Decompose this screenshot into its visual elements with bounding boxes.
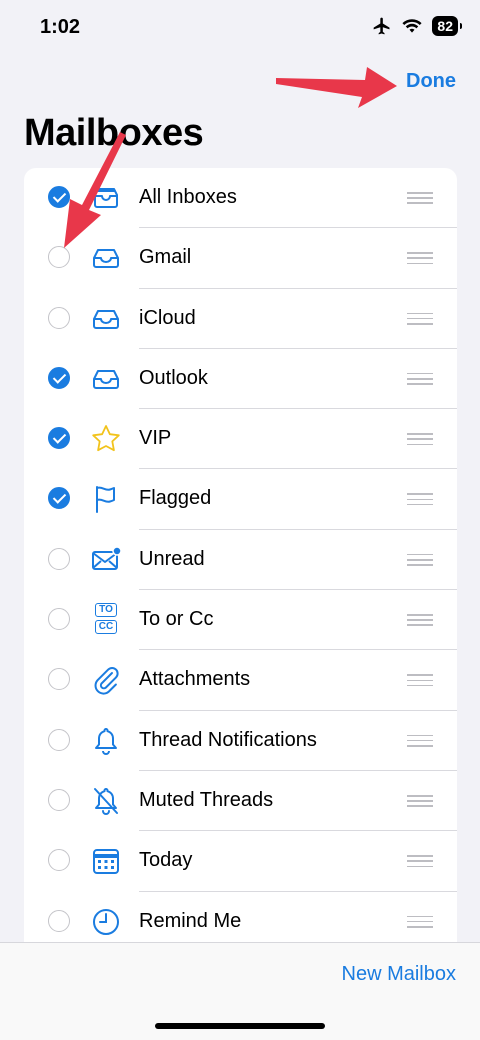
mailbox-row-outlook[interactable]: Outlook <box>24 349 457 410</box>
bottom-toolbar: New Mailbox <box>0 942 480 1040</box>
calendar-icon <box>90 845 122 877</box>
reorder-handle-icon[interactable] <box>407 252 433 265</box>
status-time: 1:02 <box>40 16 81 38</box>
mailbox-row-attachments[interactable]: Attachments <box>24 650 457 711</box>
mailbox-label: iCloud <box>139 306 196 329</box>
battery-indicator: 82 <box>432 16 462 36</box>
flag-icon <box>90 483 122 515</box>
to-cc-icon: TO CC <box>90 603 122 636</box>
mailbox-checkbox[interactable] <box>48 366 70 389</box>
mailbox-row-muted-threads[interactable]: Muted Threads <box>24 771 457 832</box>
reorder-handle-icon[interactable] <box>407 192 433 204</box>
mailbox-row-all-inboxes[interactable]: All Inboxes <box>24 168 457 229</box>
mailbox-label: VIP <box>139 427 172 450</box>
mailbox-checkbox[interactable] <box>48 487 70 510</box>
mailbox-checkbox[interactable] <box>48 608 70 631</box>
reorder-handle-icon[interactable] <box>407 433 433 446</box>
reorder-handle-icon[interactable] <box>407 855 433 868</box>
mailbox-label: Attachments <box>139 668 251 691</box>
mailbox-checkbox[interactable] <box>48 788 70 811</box>
mailbox-label: Thread Notifications <box>139 728 317 751</box>
reorder-handle-icon[interactable] <box>407 734 433 747</box>
mailbox-checkbox[interactable] <box>48 909 70 932</box>
page-title: Mailboxes <box>24 112 204 154</box>
mailbox-checkbox[interactable] <box>48 246 70 269</box>
mailbox-checkbox[interactable] <box>48 186 70 208</box>
mailbox-label: Gmail <box>139 246 192 269</box>
status-icons: 82 <box>372 16 462 36</box>
inbox-stack-icon <box>90 182 122 214</box>
reorder-handle-icon[interactable] <box>407 312 433 325</box>
arrow-to-done-annotation <box>276 67 397 108</box>
to-cc-icon-text: CC <box>94 620 118 635</box>
reorder-handle-icon[interactable] <box>407 794 433 807</box>
home-indicator <box>155 1023 325 1029</box>
done-button[interactable]: Done <box>406 70 456 93</box>
mailbox-label: Unread <box>139 547 205 570</box>
mailbox-row-thread-notifications[interactable]: Thread Notifications <box>24 711 457 771</box>
mailbox-checkbox[interactable] <box>48 427 70 450</box>
mailbox-row-to-or-cc[interactable]: TO CC To or Cc <box>24 590 457 651</box>
mailbox-row-flagged[interactable]: Flagged <box>24 469 457 530</box>
reorder-handle-icon[interactable] <box>407 614 433 627</box>
paperclip-icon <box>90 664 122 696</box>
to-cc-icon-text: TO <box>95 603 117 618</box>
inbox-tray-icon <box>90 242 122 274</box>
status-bar: 1:02 82 <box>0 0 480 58</box>
reorder-handle-icon[interactable] <box>407 493 433 506</box>
unread-envelope-icon <box>90 544 122 576</box>
reorder-handle-icon[interactable] <box>407 915 433 928</box>
wifi-icon <box>402 19 423 33</box>
mailbox-label: Flagged <box>139 487 212 510</box>
mailbox-row-today[interactable]: Today <box>24 831 457 892</box>
mailbox-checkbox[interactable] <box>48 728 70 751</box>
mailbox-checkbox[interactable] <box>48 668 70 691</box>
new-mailbox-button[interactable]: New Mailbox <box>342 963 456 986</box>
mailbox-row-vip[interactable]: VIP <box>24 409 457 470</box>
reorder-handle-icon[interactable] <box>407 372 433 385</box>
mailbox-label: Today <box>139 849 193 872</box>
mailbox-row-unread[interactable]: Unread <box>24 530 457 591</box>
mailbox-checkbox[interactable] <box>48 306 70 329</box>
mailbox-checkbox[interactable] <box>48 849 70 872</box>
mailbox-label: Remind Me <box>139 909 242 932</box>
mailbox-label: To or Cc <box>139 608 214 631</box>
clock-icon <box>90 906 122 938</box>
inbox-tray-icon <box>90 303 122 335</box>
inbox-tray-icon <box>90 363 122 395</box>
mailbox-checkbox[interactable] <box>48 547 70 570</box>
mailbox-label: All Inboxes <box>139 186 237 208</box>
mailbox-list: All Inboxes Gmail iCloud Outlook VIP Flagged U… <box>24 168 457 968</box>
mailbox-row-gmail[interactable]: Gmail <box>24 228 457 289</box>
mailbox-row-icloud[interactable]: iCloud <box>24 289 457 349</box>
mailbox-label: Outlook <box>139 366 208 389</box>
bell-slash-icon <box>90 785 122 817</box>
star-icon <box>90 423 122 455</box>
mailbox-label: Muted Threads <box>139 788 274 811</box>
reorder-handle-icon[interactable] <box>407 553 433 566</box>
bell-icon <box>90 725 122 757</box>
airplane-icon <box>374 17 390 35</box>
reorder-handle-icon[interactable] <box>407 674 433 687</box>
